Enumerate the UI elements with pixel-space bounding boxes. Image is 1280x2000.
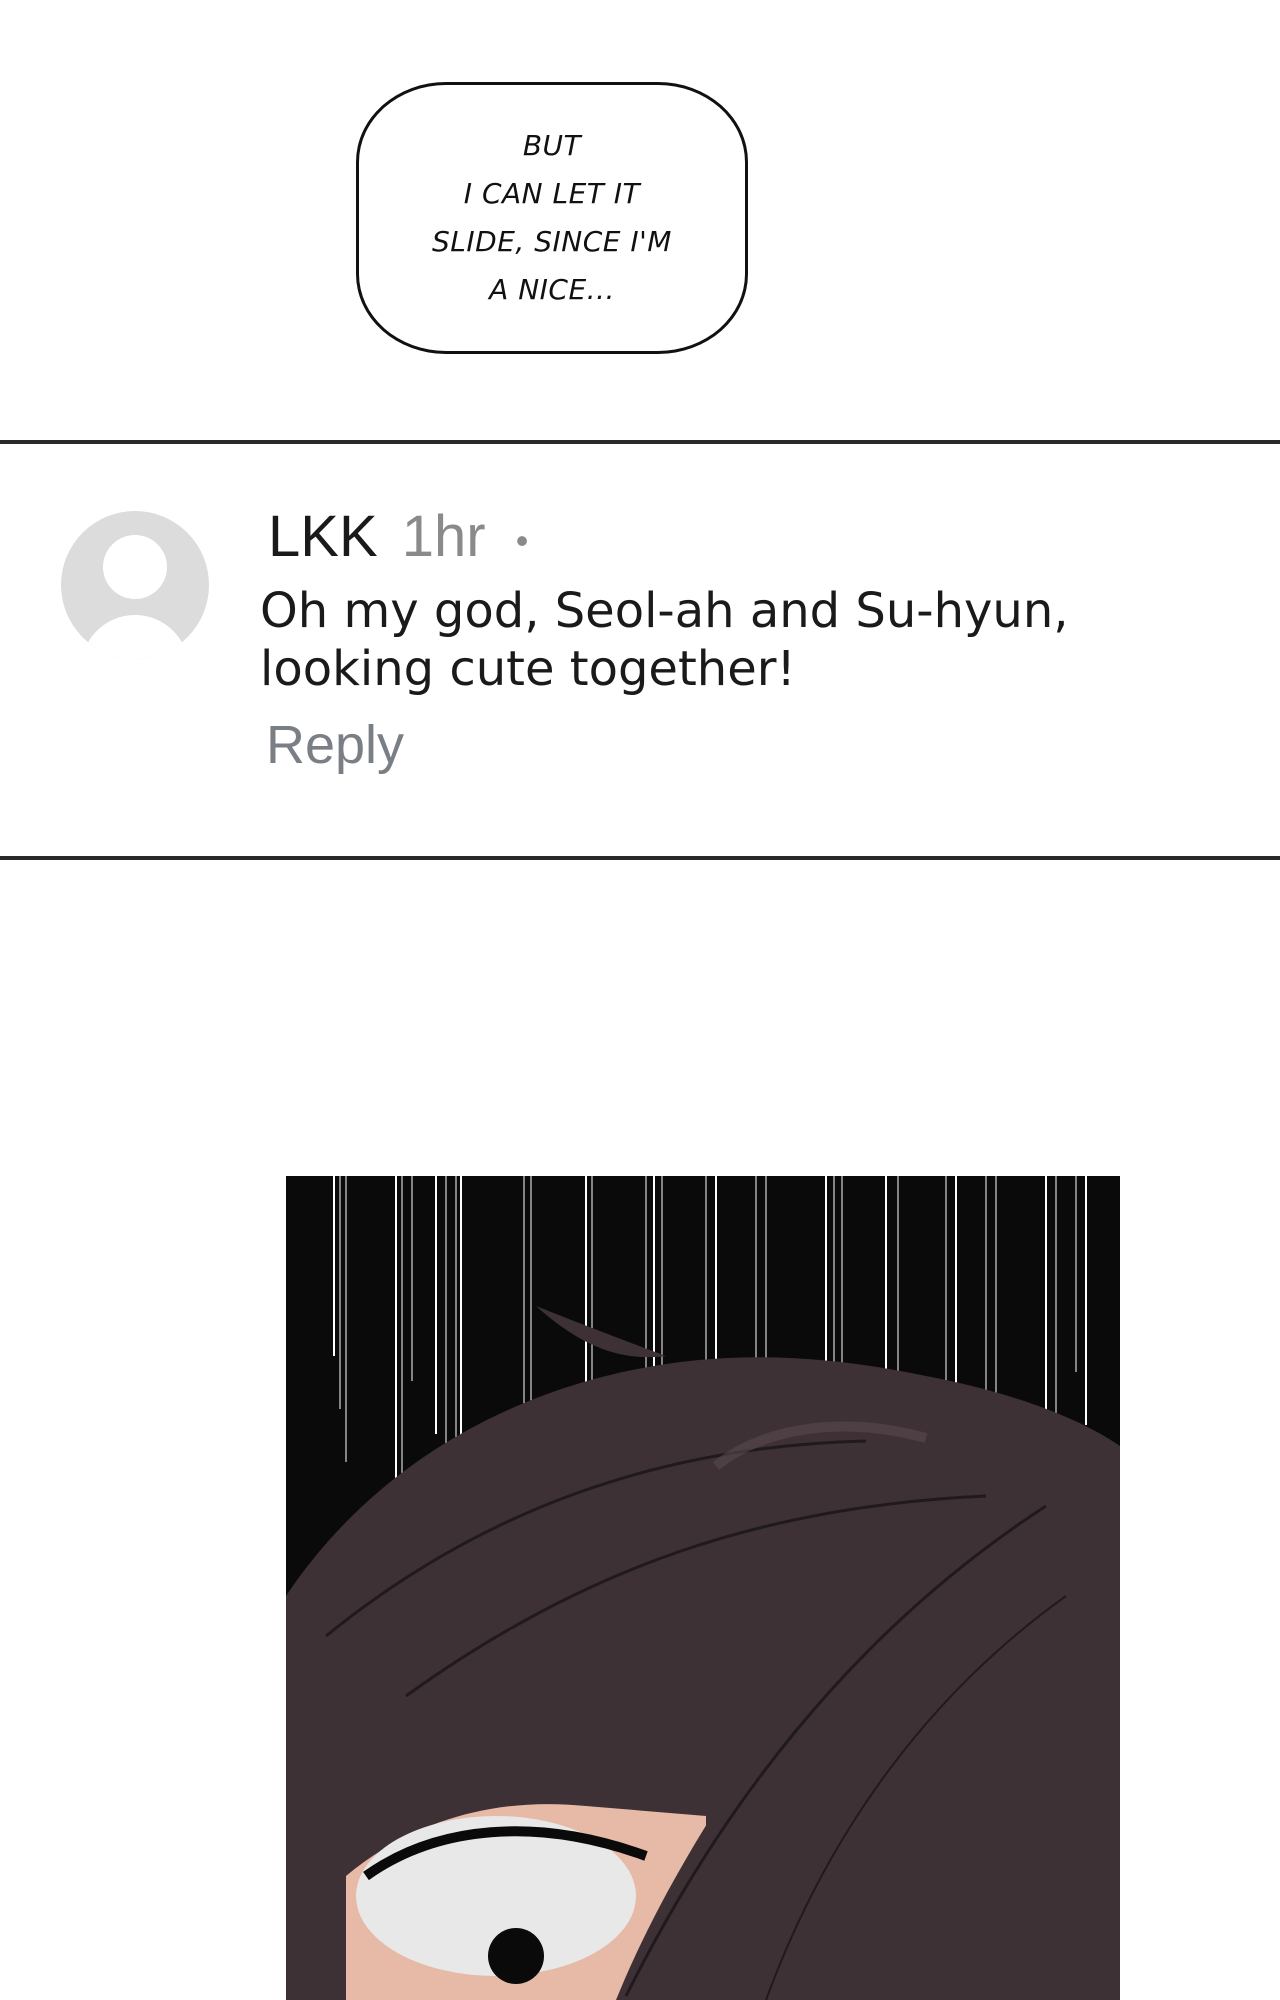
meta-separator-dot: • (515, 519, 529, 561)
speech-line: I CAN LET IT (463, 177, 641, 210)
manga-illustration-svg (286, 1176, 1120, 2000)
avatar[interactable] (61, 511, 209, 659)
speech-line: BUT (522, 129, 582, 162)
comment-meta: LKK 1hr • (268, 502, 528, 576)
eye-pupil (488, 1928, 544, 1984)
comment-text-line: Oh my god, Seol-ah and Su-hyun, (260, 583, 1069, 639)
comment-text: Oh my god, Seol-ah and Su-hyun, looking … (260, 582, 1160, 698)
speech-bubble-text: BUT I CAN LET IT SLIDE, SINCE I'M A NICE… (432, 122, 672, 314)
manga-panel-illustration (286, 1176, 1120, 2000)
comment-timestamp: 1hr (401, 504, 486, 569)
speech-line: SLIDE, SINCE I'M (432, 225, 672, 258)
comment-panel: LKK 1hr • Oh my god, Seol-ah and Su-hyun… (0, 440, 1280, 860)
speech-line: A NICE... (489, 273, 615, 306)
avatar-head-shape (103, 535, 167, 599)
speech-bubble: BUT I CAN LET IT SLIDE, SINCE I'M A NICE… (356, 82, 748, 354)
reply-button[interactable]: Reply (266, 710, 404, 780)
avatar-body-shape (81, 615, 189, 659)
comment-username[interactable]: LKK (268, 504, 378, 569)
comment-text-line: looking cute together! (260, 641, 796, 697)
